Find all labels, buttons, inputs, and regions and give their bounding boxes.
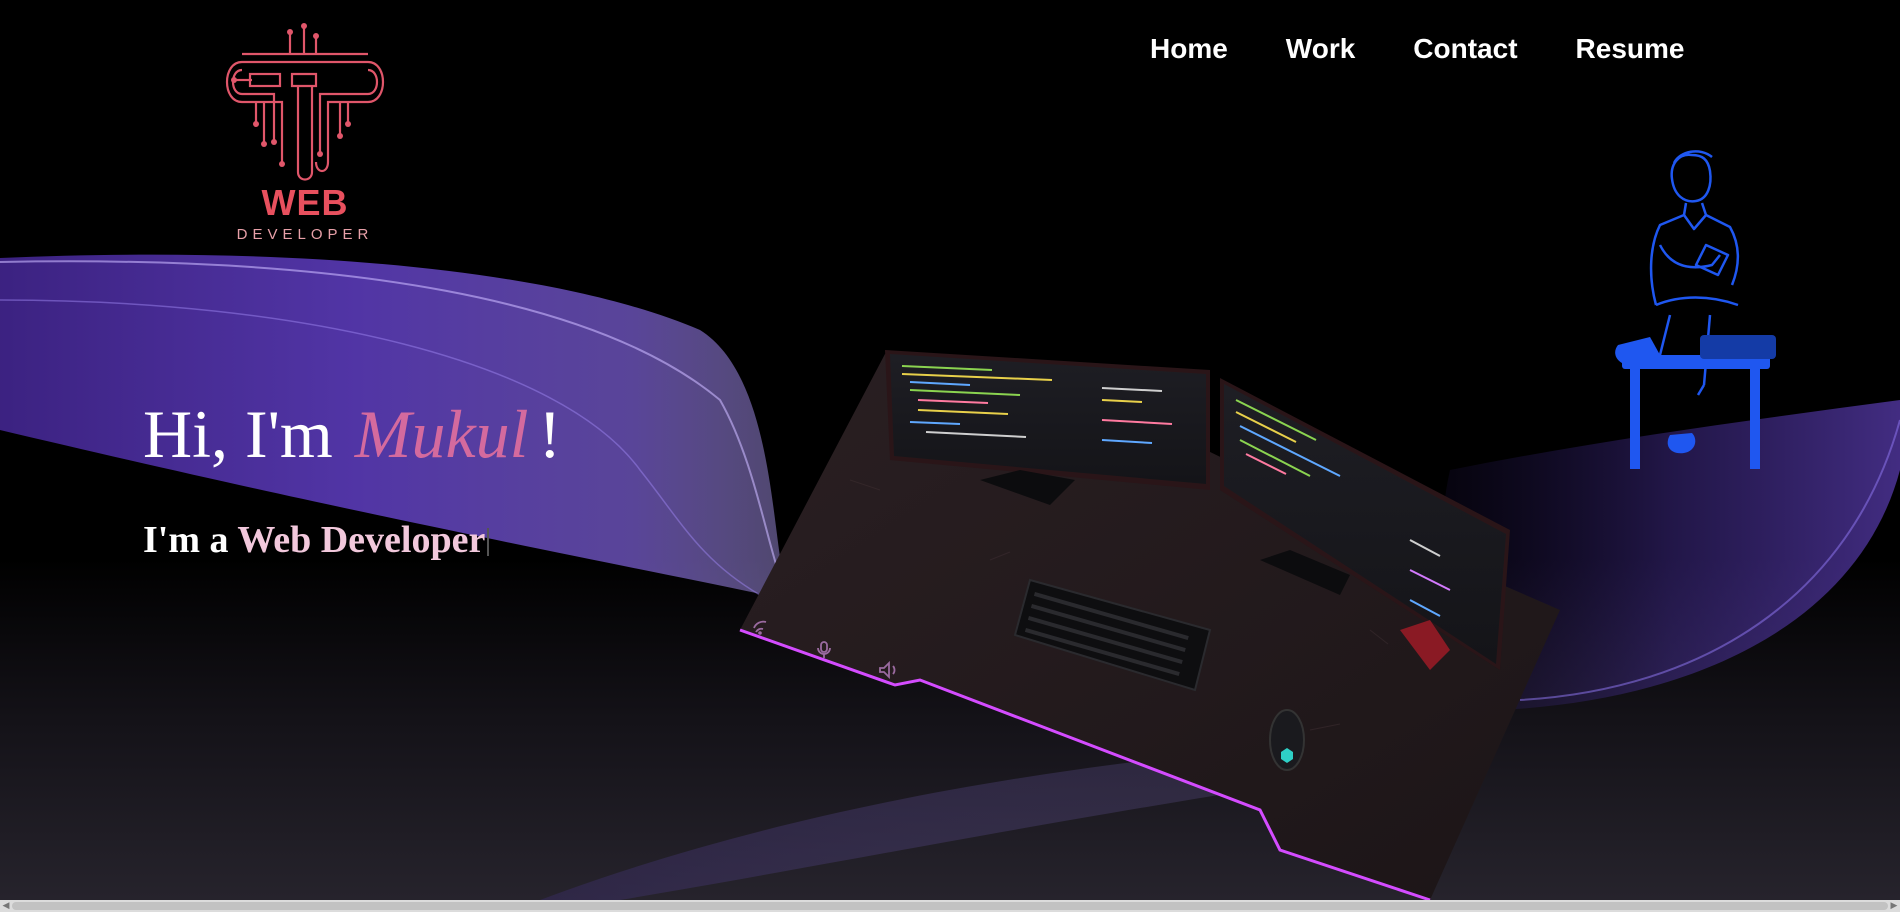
role-prefix: I'm a <box>143 519 229 561</box>
logo[interactable]: WEB DEVELOPER <box>212 22 398 252</box>
nav-work-link[interactable]: Work <box>1286 33 1356 65</box>
scroll-right-icon[interactable]: ▶ <box>1888 900 1900 912</box>
logo-tagline: DEVELOPER <box>236 226 374 243</box>
greeting-exclaim: ! <box>538 396 562 472</box>
nav-contact-link[interactable]: Contact <box>1413 33 1517 65</box>
nav-resume-link[interactable]: Resume <box>1576 33 1685 65</box>
logo-wordmark: WEB <box>261 182 349 223</box>
desk-setup-illustration <box>739 350 1560 900</box>
circuit-t-logo-icon <box>226 23 384 181</box>
hero-greeting: Hi, I'm Mukul! <box>143 395 561 474</box>
horizontal-scrollbar[interactable]: ◀ ▶ <box>0 900 1900 912</box>
scrollbar-thumb[interactable] <box>12 902 1888 910</box>
scroll-left-icon[interactable]: ◀ <box>0 900 12 912</box>
typing-cursor <box>487 528 490 556</box>
main-nav: Home Work Contact Resume <box>1150 33 1684 65</box>
typed-role: Web Developer <box>237 519 486 561</box>
person-on-stool-illustration <box>1615 150 1776 469</box>
greeting-text: Hi, I'm <box>143 396 333 472</box>
hero-section: WEB DEVELOPER Home Work Contact Resume H… <box>0 0 1900 900</box>
nav-home-link[interactable]: Home <box>1150 33 1228 65</box>
hero-role-line: I'm a Web Developer <box>143 518 490 562</box>
hero-name: Mukul <box>354 396 529 472</box>
